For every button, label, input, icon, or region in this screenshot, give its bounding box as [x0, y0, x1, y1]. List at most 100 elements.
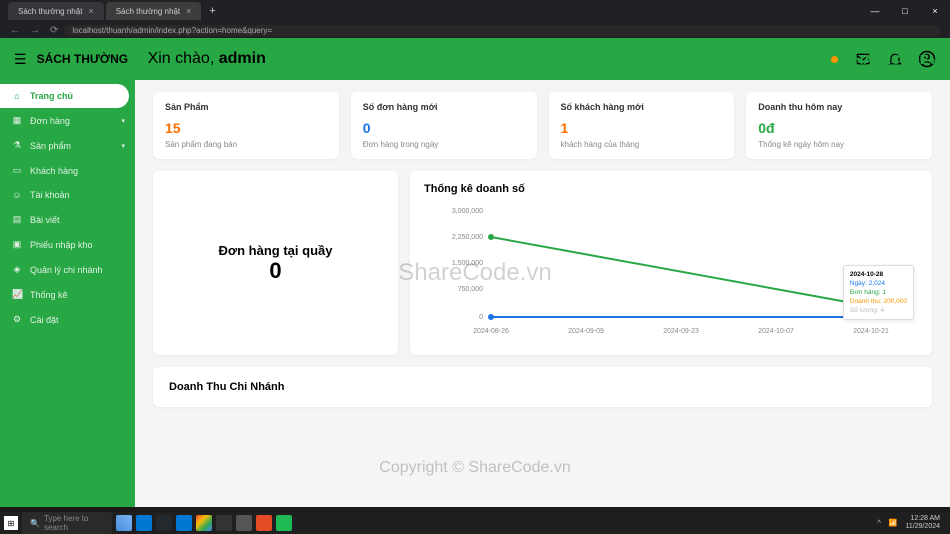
taskbar-clock[interactable]: 12:28 AM 11/29/2024	[905, 515, 940, 530]
flask-icon: ⚗	[12, 140, 22, 151]
sidebar-item-label: Trang chủ	[30, 91, 73, 101]
news-icon: ▤	[12, 214, 22, 225]
taskbar-app-icon[interactable]	[276, 515, 292, 531]
browser-tab[interactable]: Sách thường nhật ×	[8, 2, 104, 20]
watermark-logo: SHARECODE.vn	[825, 50, 940, 68]
users-icon: ☺	[12, 190, 22, 200]
close-icon[interactable]: ×	[88, 6, 93, 16]
tray-wifi-icon[interactable]: 📶	[889, 519, 898, 527]
pos-title: Đơn hàng tại quầy	[219, 243, 333, 258]
sidebar-item-posts[interactable]: ▤ Bài viết	[0, 207, 135, 232]
taskbar-app-icon[interactable]	[216, 515, 232, 531]
new-tab-button[interactable]: +	[203, 5, 221, 17]
card-title: Sản Phẩm	[165, 102, 327, 112]
tab-label: Sách thường nhật	[116, 7, 180, 16]
card-subtitle: khách hàng của tháng	[561, 140, 723, 149]
taskbar-app-icon[interactable]	[256, 515, 272, 531]
sidebar-item-accounts[interactable]: ☺ Tài khoản	[0, 183, 135, 207]
taskbar-chrome-icon[interactable]	[196, 515, 212, 531]
sidebar-item-label: Đơn hàng	[30, 116, 70, 126]
card-value: 0đ	[758, 120, 920, 136]
svg-text:0: 0	[479, 314, 483, 321]
card-value: 15	[165, 120, 327, 136]
card-subtitle: Đơn hàng trong ngày	[363, 140, 525, 149]
stats-icon: 📈	[12, 289, 22, 300]
forward-icon[interactable]: →	[30, 25, 40, 36]
close-window-button[interactable]: ×	[920, 0, 950, 22]
card-subtitle: Thống kê ngày hôm nay	[758, 140, 920, 149]
tab-label: Sách thường nhật	[18, 7, 82, 16]
card-value: 0	[363, 120, 525, 136]
search-icon: 🔍	[30, 519, 40, 528]
chevron-down-icon: ▾	[121, 117, 125, 125]
card-title: Số khách hàng mới	[561, 102, 723, 112]
stat-card-new-orders: Số đơn hàng mới 0 Đơn hàng trong ngày	[351, 92, 537, 159]
sidebar-item-label: Khách hàng	[30, 166, 78, 176]
url-input[interactable]: localhost/thuanh/admin/index.php?action=…	[64, 25, 940, 36]
sidebar-item-home[interactable]: ⌂ Trang chủ	[0, 84, 129, 108]
reload-icon[interactable]: ⟳	[50, 25, 58, 36]
sidebar-item-products[interactable]: ⚗ Sản phẩm ▾	[0, 133, 135, 158]
sidebar-item-stats[interactable]: 📈 Thống kê	[0, 282, 135, 307]
sidebar-item-label: Tài khoản	[30, 190, 70, 200]
brand-title: SÁCH THƯỜNG NHẬT	[37, 52, 132, 66]
sidebar-item-import[interactable]: ▣ Phiếu nhập kho	[0, 232, 135, 257]
taskbar-app-icon[interactable]	[236, 515, 252, 531]
chart-card: Thống kê doanh số 3,000,000 2,250,000 1,…	[410, 171, 932, 355]
card-title: Số đơn hàng mới	[363, 102, 525, 112]
card-title: Doanh thu hôm nay	[758, 102, 920, 112]
pos-value: 0	[269, 258, 281, 284]
chart-title: Thống kê doanh số	[424, 183, 918, 195]
taskbar: ⊞ 🔍 Type here to search ^ 📶 12:28 AM 11/…	[0, 512, 950, 534]
import-icon: ▣	[12, 239, 22, 250]
sidebar: ⌂ Trang chủ ▦ Đơn hàng ▾ ⚗ Sản phẩm ▾ ▭ …	[0, 80, 135, 507]
chart-tooltip: 2024-10-28 Ngày: 2,024 Đơn hàng: 1 Doanh…	[843, 265, 914, 320]
close-icon[interactable]: ×	[186, 6, 191, 16]
svg-text:2024-09-09: 2024-09-09	[568, 328, 604, 335]
back-icon[interactable]: ←	[10, 25, 20, 36]
browser-tab-active[interactable]: Sách thường nhật ×	[106, 2, 202, 20]
branch-revenue-card: Doanh Thu Chi Nhánh	[153, 367, 932, 407]
start-button[interactable]: ⊞	[4, 516, 18, 530]
sidebar-item-label: Cài đặt	[30, 315, 59, 325]
stat-card-new-customers: Số khách hàng mới 1 khách hàng của tháng	[549, 92, 735, 159]
svg-text:2024-09-23: 2024-09-23	[663, 328, 699, 335]
pos-orders-card: Đơn hàng tại quầy 0	[153, 171, 398, 355]
minimize-button[interactable]: —	[860, 0, 890, 22]
sidebar-item-branches[interactable]: ◈ Quản lý chi nhánh	[0, 257, 135, 282]
branch-icon: ◈	[12, 264, 22, 275]
sidebar-item-label: Sản phẩm	[30, 141, 71, 151]
gear-icon: ⚙	[12, 314, 22, 325]
sidebar-item-label: Thống kê	[30, 290, 68, 300]
stat-card-products: Sản Phẩm 15 Sản phẩm đang bán	[153, 92, 339, 159]
taskbar-search[interactable]: 🔍 Type here to search	[22, 512, 112, 534]
maximize-button[interactable]: □	[890, 0, 920, 22]
taskbar-app-icon[interactable]	[176, 515, 192, 531]
taskbar-app-icon[interactable]	[156, 515, 172, 531]
stat-card-revenue-today: Doanh thu hôm nay 0đ Thống kê ngày hôm n…	[746, 92, 932, 159]
sidebar-item-settings[interactable]: ⚙ Cài đặt	[0, 307, 135, 332]
sidebar-item-customers[interactable]: ▭ Khách hàng	[0, 158, 135, 183]
svg-text:2,250,000: 2,250,000	[452, 234, 483, 241]
svg-text:2024-08-26: 2024-08-26	[473, 328, 509, 335]
svg-text:3,000,000: 3,000,000	[452, 208, 483, 215]
svg-text:2024-10-21: 2024-10-21	[853, 328, 889, 335]
card-value: 1	[561, 120, 723, 136]
receipt-icon: ▦	[12, 115, 22, 126]
tray-chevron-icon[interactable]: ^	[877, 520, 880, 527]
sidebar-item-label: Phiếu nhập kho	[30, 240, 93, 250]
home-icon: ⌂	[12, 91, 22, 101]
svg-text:2024-10-07: 2024-10-07	[758, 328, 794, 335]
greeting: Xin chào, admin	[148, 50, 266, 68]
sidebar-item-label: Bài viết	[30, 215, 60, 225]
svg-text:750,000: 750,000	[458, 286, 483, 293]
taskbar-app-icon[interactable]	[136, 515, 152, 531]
svg-text:1,500,000: 1,500,000	[452, 260, 483, 267]
sidebar-item-orders[interactable]: ▦ Đơn hàng ▾	[0, 108, 135, 133]
chevron-down-icon: ▾	[121, 142, 125, 150]
menu-toggle-icon[interactable]: ☰	[14, 51, 27, 68]
user-icon: ▭	[12, 165, 22, 176]
taskbar-app-icon[interactable]	[116, 515, 132, 531]
branch-title: Doanh Thu Chi Nhánh	[169, 381, 916, 393]
sidebar-item-label: Quản lý chi nhánh	[30, 265, 103, 275]
